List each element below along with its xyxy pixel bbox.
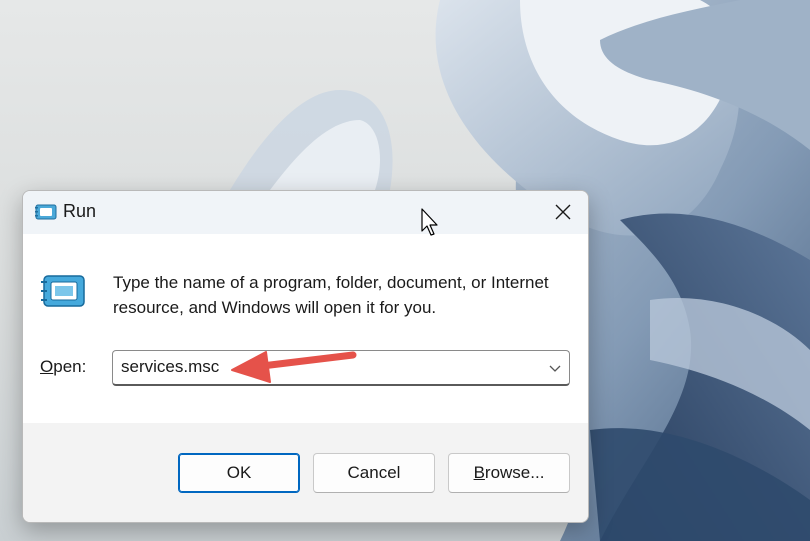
browse-mnemonic: B bbox=[473, 463, 485, 482]
open-input[interactable] bbox=[121, 355, 521, 379]
open-label-text: pen: bbox=[53, 357, 87, 376]
mouse-cursor-icon bbox=[421, 208, 438, 236]
close-icon bbox=[555, 204, 571, 220]
open-label-mnemonic: O bbox=[40, 357, 54, 376]
run-program-icon bbox=[41, 275, 85, 307]
run-dialog: Run Type the name of a program, folder, … bbox=[22, 190, 589, 523]
open-combobox[interactable] bbox=[112, 350, 570, 386]
browse-label: rowse... bbox=[484, 463, 545, 482]
cancel-button[interactable]: Cancel bbox=[313, 453, 435, 493]
dialog-content: Type the name of a program, folder, docu… bbox=[23, 234, 588, 423]
ok-button[interactable]: OK bbox=[178, 453, 300, 493]
title-bar[interactable]: Run bbox=[23, 191, 588, 234]
desktop: Run Type the name of a program, folder, … bbox=[0, 0, 810, 541]
run-icon bbox=[35, 204, 57, 220]
chevron-down-icon[interactable] bbox=[547, 360, 563, 376]
dialog-title: Run bbox=[63, 201, 97, 221]
open-label: Open: bbox=[40, 357, 86, 377]
dialog-description: Type the name of a program, folder, docu… bbox=[113, 273, 549, 317]
close-button[interactable] bbox=[546, 197, 580, 227]
dialog-footer: OK Cancel Browse... bbox=[23, 423, 588, 522]
browse-button[interactable]: Browse... bbox=[448, 453, 570, 493]
